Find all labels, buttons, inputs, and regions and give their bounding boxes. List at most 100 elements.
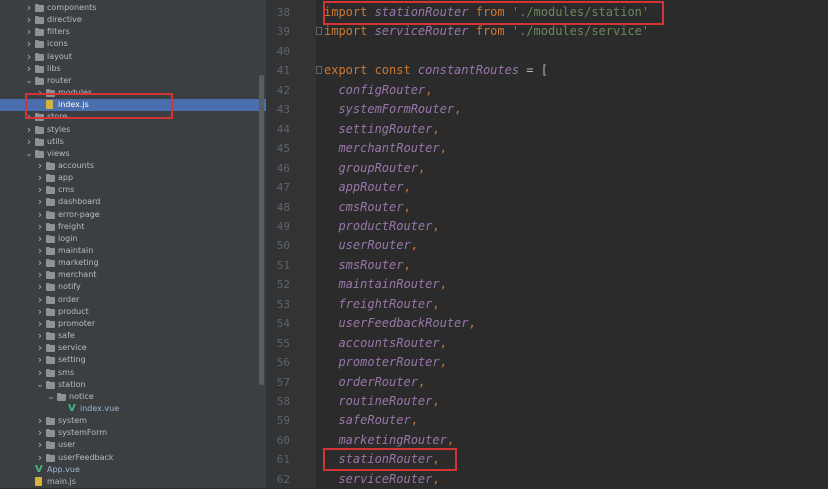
code-line[interactable]: 54 userFeedbackRouter, xyxy=(266,314,828,333)
tree-item-label: marketing xyxy=(58,258,99,268)
highlight-box-router-index xyxy=(25,93,173,119)
tree-file[interactable]: main.js xyxy=(0,476,266,488)
chevron-right-icon[interactable]: › xyxy=(25,135,33,148)
chevron-right-icon[interactable]: › xyxy=(36,208,44,221)
tree-folder[interactable]: › error-page xyxy=(0,208,266,221)
chevron-right-icon[interactable]: › xyxy=(36,293,44,306)
code-line[interactable]: 46 groupRouter, xyxy=(266,159,828,178)
folder-icon xyxy=(46,234,55,243)
tree-item-label: styles xyxy=(47,124,71,134)
tree-folder[interactable]: › notify xyxy=(0,281,266,293)
chevron-down-icon[interactable]: ⌄ xyxy=(47,391,55,403)
fold-marker-icon[interactable] xyxy=(316,27,322,36)
code-line[interactable]: 43 systemFormRouter, xyxy=(266,100,828,119)
code-line[interactable]: 62 serviceRouter, xyxy=(266,470,828,489)
code-token: promoterRouter xyxy=(338,355,440,370)
tree-folder[interactable]: › components xyxy=(0,2,266,14)
tree-folder[interactable]: › sms xyxy=(0,366,266,379)
chevron-right-icon[interactable]: › xyxy=(36,196,44,208)
code-line[interactable]: 41 export const constantRoutes = [ xyxy=(266,61,828,80)
chevron-right-icon[interactable]: › xyxy=(36,281,44,293)
chevron-right-icon[interactable]: › xyxy=(36,220,44,233)
chevron-down-icon[interactable]: ⌄ xyxy=(25,148,33,160)
folder-icon xyxy=(46,453,55,462)
code-line[interactable]: 40 xyxy=(266,42,828,61)
code-line[interactable]: 44 settingRouter, xyxy=(266,120,828,139)
line-number: 60 xyxy=(276,433,290,447)
tree-folder[interactable]: ⌄ views xyxy=(0,148,266,160)
code-line[interactable]: 42 configRouter, xyxy=(266,81,828,100)
chevron-right-icon[interactable]: › xyxy=(36,439,44,451)
line-number: 57 xyxy=(276,375,290,389)
chevron-right-icon[interactable]: › xyxy=(25,62,33,75)
tree-folder[interactable]: › userFeedback xyxy=(0,451,266,464)
tree-scrollbar[interactable] xyxy=(259,75,264,385)
code-token: maintainRouter xyxy=(338,277,440,292)
code-line[interactable]: 48 cmsRouter, xyxy=(266,198,828,217)
tree-folder[interactable]: › dashboard xyxy=(0,196,266,208)
code-text: cmsRouter, xyxy=(324,198,410,217)
code-line[interactable]: 55 accountsRouter, xyxy=(266,334,828,353)
code-line[interactable]: 51 smsRouter, xyxy=(266,256,828,275)
fold-marker-icon[interactable] xyxy=(316,66,322,75)
chevron-right-icon[interactable]: › xyxy=(25,50,33,63)
line-number: 50 xyxy=(276,239,290,253)
code-line[interactable]: 49 productRouter, xyxy=(266,217,828,236)
tree-folder[interactable]: › setting xyxy=(0,354,266,366)
chevron-down-icon[interactable]: ⌄ xyxy=(25,75,33,87)
code-line[interactable]: 59 safeRouter, xyxy=(266,411,828,430)
tree-folder[interactable]: › user xyxy=(0,439,266,451)
tree-folder[interactable]: › product xyxy=(0,305,266,318)
tree-folder[interactable]: › directive xyxy=(0,14,266,26)
chevron-right-icon[interactable]: › xyxy=(25,38,33,50)
code-token: , xyxy=(439,277,447,292)
code-line[interactable]: 58 routineRouter, xyxy=(266,392,828,411)
code-line[interactable]: 52 maintainRouter, xyxy=(266,275,828,294)
code-line[interactable]: 45 merchantRouter, xyxy=(266,139,828,158)
tree-folder[interactable]: › icons xyxy=(0,38,266,50)
tree-item-label: main.js xyxy=(47,476,76,486)
folder-icon xyxy=(35,76,44,85)
code-line[interactable]: 53 freightRouter, xyxy=(266,295,828,314)
code-line[interactable]: 56 promoterRouter, xyxy=(266,353,828,372)
tree-folder[interactable]: › freight xyxy=(0,220,266,233)
code-editor[interactable]: 38 import stationRouter from './modules/s… xyxy=(266,0,828,488)
code-line[interactable]: 57 orderRouter, xyxy=(266,373,828,392)
chevron-down-icon[interactable]: ⌄ xyxy=(36,379,44,391)
line-number: 52 xyxy=(276,278,290,292)
tree-item-label: app xyxy=(58,173,74,183)
code-token: serviceRouter xyxy=(338,471,433,486)
code-token: freightRouter xyxy=(338,296,433,311)
folder-icon xyxy=(46,380,55,389)
code-line[interactable]: 39 import serviceRouter from './modules/s… xyxy=(266,22,828,41)
code-line[interactable]: 50 userRouter, xyxy=(266,236,828,255)
chevron-right-icon[interactable]: › xyxy=(36,305,44,318)
code-text: appRouter, xyxy=(324,178,410,197)
chevron-right-icon[interactable]: › xyxy=(36,451,44,464)
tree-folder[interactable]: ⌄ station xyxy=(0,379,266,391)
tree-folder[interactable]: › libs xyxy=(0,62,266,75)
code-token: , xyxy=(439,141,447,156)
folder-icon xyxy=(46,368,55,377)
folder-icon xyxy=(46,198,55,207)
chevron-right-icon[interactable]: › xyxy=(36,354,44,366)
code-text: routineRouter, xyxy=(324,392,439,411)
tree-folder[interactable]: ⌄ notice xyxy=(0,391,266,403)
tree-folder[interactable]: › filters xyxy=(0,26,266,38)
tree-folder[interactable]: › order xyxy=(0,293,266,306)
line-number: 61 xyxy=(276,453,290,467)
tree-file[interactable]: V App.vue xyxy=(0,464,266,476)
code-line[interactable]: 47 appRouter, xyxy=(266,178,828,197)
code-token: routineRouter xyxy=(338,394,433,408)
chevron-right-icon[interactable]: › xyxy=(25,123,33,136)
tree-folder[interactable]: › utils xyxy=(0,135,266,148)
tree-item-label: userFeedback xyxy=(58,452,114,462)
tree-folder[interactable]: › layout xyxy=(0,50,266,63)
chevron-right-icon[interactable]: › xyxy=(36,366,44,379)
tree-folder[interactable]: › styles xyxy=(0,123,266,136)
